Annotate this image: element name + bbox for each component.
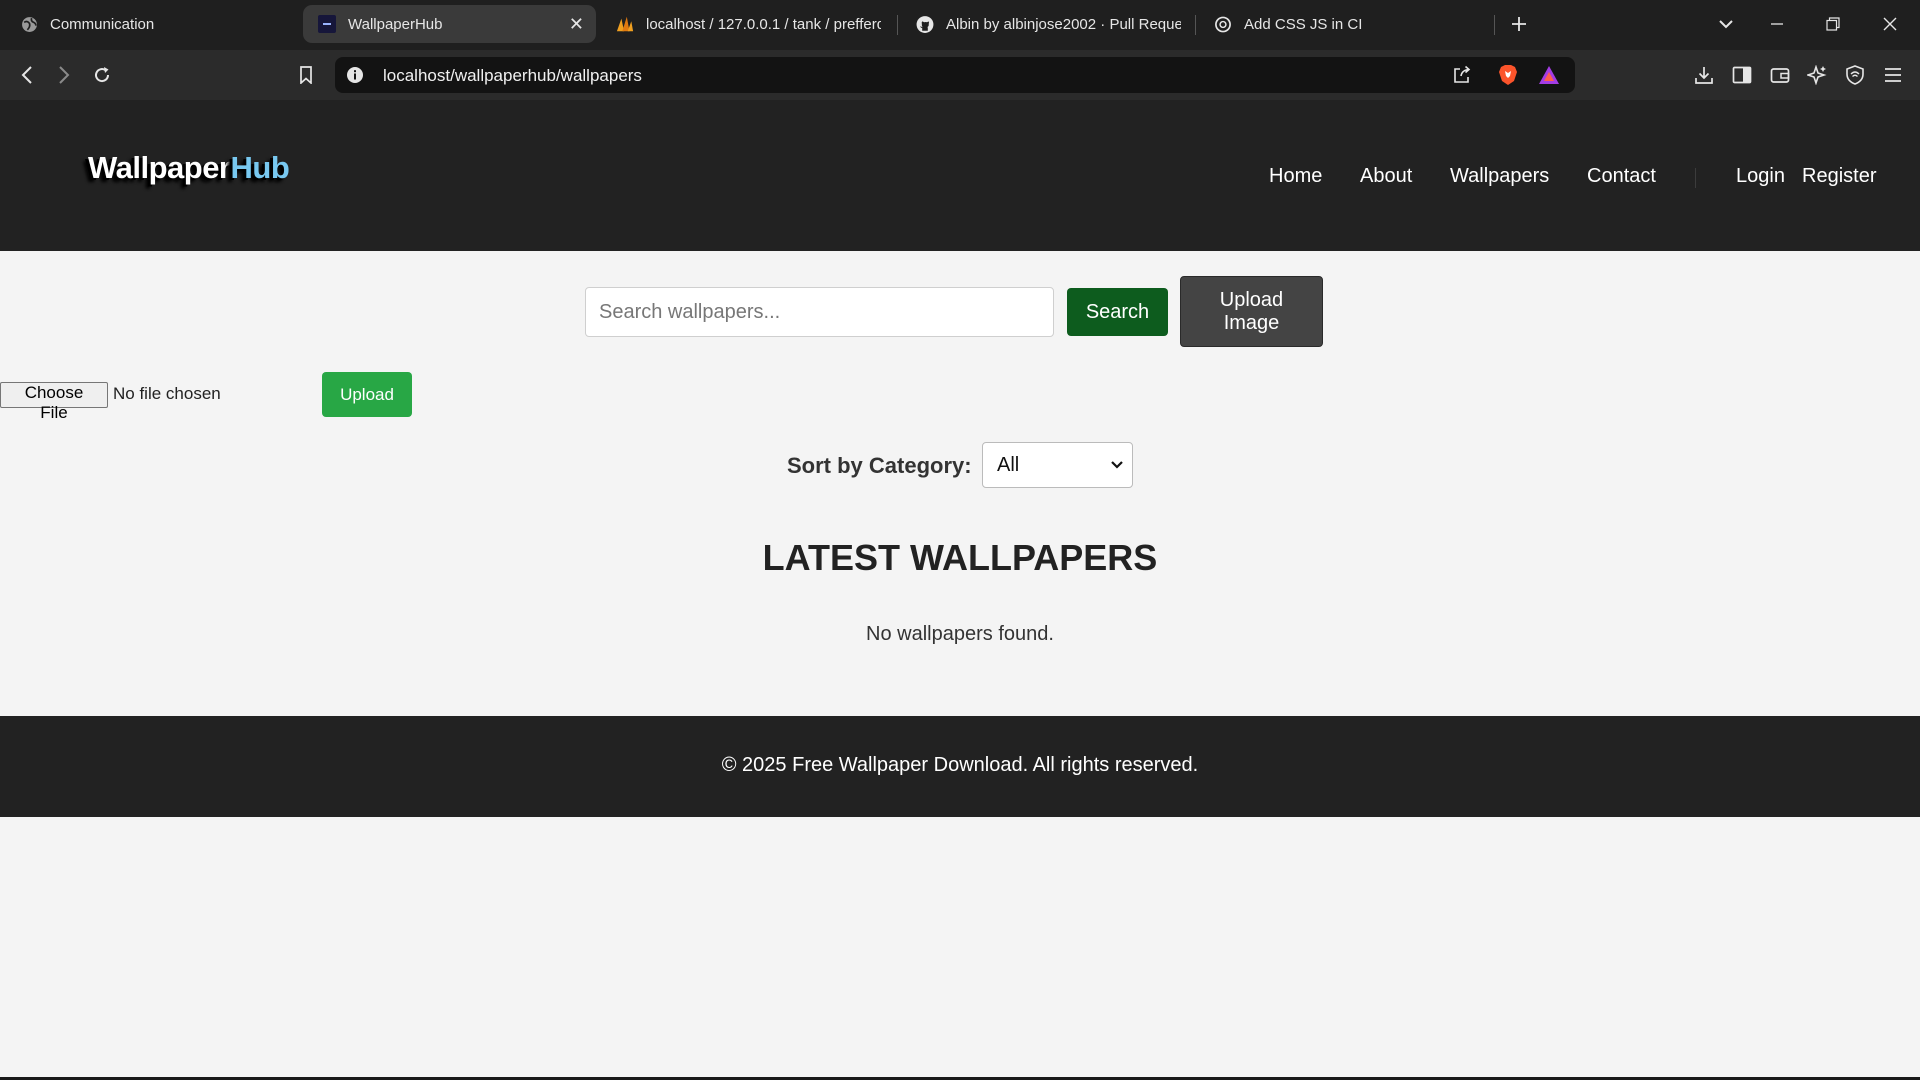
tab-divider xyxy=(1494,15,1495,35)
nav-divider xyxy=(1695,168,1696,188)
nav-link-contact[interactable]: Contact xyxy=(1587,165,1656,188)
new-tab-plus-icon[interactable] xyxy=(1505,10,1533,38)
page-heading: LATEST WALLPAPERS xyxy=(762,537,1158,578)
file-status-text: No file chosen xyxy=(113,384,221,403)
phpmyadmin-icon xyxy=(616,15,634,33)
menu-hamburger-icon[interactable] xyxy=(1879,61,1907,89)
tab-github-pr[interactable]: Albin by albinjose2002 · Pull Request xyxy=(898,5,1193,43)
tab-label: Add CSS JS in CI xyxy=(1244,15,1363,33)
category-select[interactable]: All xyxy=(982,442,1133,488)
tab-wallpaperhub[interactable]: WallpaperHub ✕ xyxy=(303,5,596,43)
wallet-icon[interactable] xyxy=(1766,61,1794,89)
tab-list-chevron-icon[interactable] xyxy=(1712,10,1740,38)
restore-window-icon[interactable] xyxy=(1819,10,1847,38)
logo-text-wallpaper: Wallpaper xyxy=(88,150,231,185)
sort-category-label: Sort by Category: xyxy=(787,453,972,478)
close-window-icon[interactable] xyxy=(1876,10,1904,38)
leo-ai-icon[interactable] xyxy=(1803,61,1831,89)
bookmark-icon[interactable] xyxy=(292,61,320,89)
tab-label: localhost / 127.0.0.1 / tank / prefferd xyxy=(646,15,881,33)
tab-phpmyadmin[interactable]: localhost / 127.0.0.1 / tank / prefferd xyxy=(600,5,890,43)
minimize-window-icon[interactable] xyxy=(1763,10,1791,38)
downloads-icon[interactable] xyxy=(1690,61,1718,89)
browser-tab-bar: Communication WallpaperHub ✕ localhost /… xyxy=(0,0,1920,50)
nav-link-register[interactable]: Register xyxy=(1802,165,1876,188)
choose-file-button[interactable]: Choose File xyxy=(0,382,108,422)
site-info-icon[interactable] xyxy=(343,63,367,87)
brave-shields-icon[interactable] xyxy=(1496,63,1520,87)
tab-add-css-js[interactable]: Add CSS JS in CI xyxy=(1196,5,1491,43)
tab-label: WallpaperHub xyxy=(348,15,443,33)
brave-rewards-icon[interactable] xyxy=(1537,63,1561,87)
tab-communication[interactable]: Communication xyxy=(0,5,300,43)
vpn-shield-icon[interactable] xyxy=(1841,61,1869,89)
search-button[interactable]: Search xyxy=(1067,288,1168,336)
search-input[interactable] xyxy=(585,287,1054,337)
footer-copyright: © 2025 Free Wallpaper Download. All righ… xyxy=(721,754,1199,776)
category-select-value: All xyxy=(997,453,1020,476)
browser-toolbar: localhost/wallpaperhub/wallpapers xyxy=(0,50,1920,100)
github-icon xyxy=(916,15,934,33)
url-text[interactable]: localhost/wallpaperhub/wallpapers xyxy=(383,66,642,86)
tab-label: Communication xyxy=(50,15,155,33)
tab-label: Albin by albinjose2002 · Pull Request xyxy=(946,15,1181,33)
nav-link-wallpapers[interactable]: Wallpapers xyxy=(1450,165,1549,188)
upload-image-label-line2: Image xyxy=(1223,311,1280,334)
site-header: WallpaperHub Home About Wallpapers Conta… xyxy=(0,100,1920,251)
reload-icon[interactable] xyxy=(88,61,116,89)
site-footer: © 2025 Free Wallpaper Download. All righ… xyxy=(0,716,1920,817)
back-arrow-icon[interactable] xyxy=(13,61,41,89)
wallpaperhub-favicon-icon xyxy=(318,15,336,33)
globe-icon xyxy=(20,15,38,33)
sidebar-toggle-icon[interactable] xyxy=(1728,61,1756,89)
share-icon[interactable] xyxy=(1450,63,1474,87)
upload-image-button[interactable]: Upload Image xyxy=(1180,276,1323,347)
close-tab-icon[interactable]: ✕ xyxy=(569,14,584,34)
nav-link-home[interactable]: Home xyxy=(1269,165,1322,188)
chevron-down-icon xyxy=(1110,456,1124,480)
nav-link-about[interactable]: About xyxy=(1360,165,1412,188)
upload-button[interactable]: Upload xyxy=(322,372,412,417)
address-bar[interactable]: localhost/wallpaperhub/wallpapers xyxy=(335,57,1575,93)
forward-arrow-icon[interactable] xyxy=(50,61,78,89)
nav-link-login[interactable]: Login xyxy=(1736,165,1785,188)
openai-icon xyxy=(1214,15,1232,33)
upload-image-label-line1: Upload xyxy=(1219,288,1284,311)
empty-state-message: No wallpapers found. xyxy=(866,623,1054,645)
site-logo[interactable]: WallpaperHub xyxy=(88,150,290,186)
logo-text-hub: Hub xyxy=(230,150,290,185)
